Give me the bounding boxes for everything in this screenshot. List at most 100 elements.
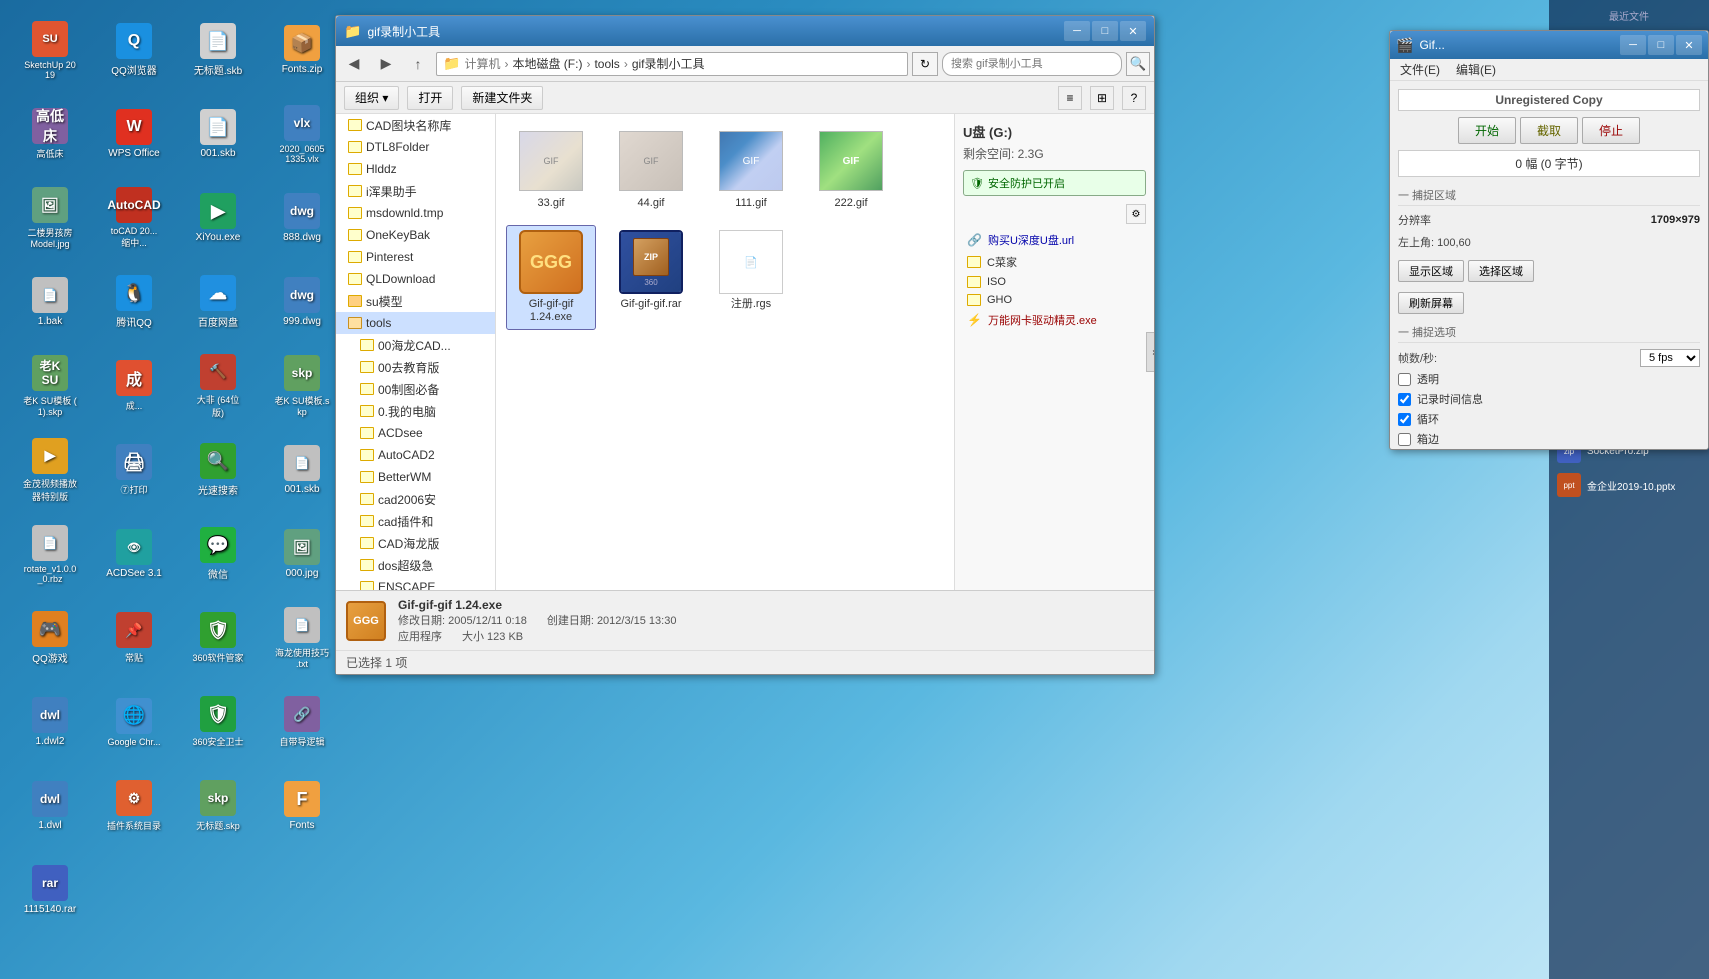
sidebar-item-cadhailong[interactable]: CAD海龙版 <box>336 532 495 554</box>
forward-button[interactable]: ▶ <box>372 51 400 77</box>
sidebar-item-onekeybak[interactable]: OneKeyBak <box>336 224 495 246</box>
sidebar-item-autocad2[interactable]: AutoCAD2 <box>336 444 495 466</box>
sidebar-item-pinterest[interactable]: Pinterest <box>336 246 495 268</box>
desktop-icon-plugins[interactable]: ⚙ 插件系统目录 <box>94 766 174 846</box>
file-item-gifgifgif-exe[interactable]: GGG Gif-gif-gif1.24.exe <box>506 225 596 329</box>
desktop-icon-ercengfang[interactable]: 🖼 二楼男孩房Model.jpg <box>10 178 90 258</box>
menu-file[interactable]: 文件(E) <box>1396 61 1444 78</box>
sidebar-item-00hailong[interactable]: 00海龙CAD... <box>336 334 495 356</box>
sidebar-item-acdsee[interactable]: ACDsee <box>336 422 495 444</box>
start-button[interactable]: 开始 <box>1458 117 1516 144</box>
desktop-icon-acdsee[interactable]: 👁 ACDSee 3.1 <box>94 514 174 594</box>
sidebar-item-dos[interactable]: dos超级急 <box>336 554 495 576</box>
select-area-button[interactable]: 选择区域 <box>1468 260 1534 282</box>
stop-button[interactable]: 停止 <box>1582 117 1640 144</box>
desktop-icon-chrome[interactable]: 🌐 Google Chr... <box>94 682 174 762</box>
open-button[interactable]: 打开 <box>407 86 453 110</box>
sidebar-item-qldownload[interactable]: QLDownload <box>336 268 495 290</box>
desktop-icon-print[interactable]: 🖨 ⑦打印 <box>94 430 174 510</box>
desktop-icon-qqgame[interactable]: 🎮 QQ游戏 <box>10 598 90 678</box>
sidebar-item-cad[interactable]: CAD图块名称库 <box>336 114 495 136</box>
desktop-icon-diya[interactable]: 高低床 高低床 <box>10 94 90 174</box>
desktop-icon-360guard[interactable]: 🛡 360安全卫士 <box>178 682 258 762</box>
refresh-button[interactable]: ↻ <box>912 52 938 76</box>
recorder-minimize[interactable]: ─ <box>1620 35 1646 55</box>
maximize-button[interactable]: □ <box>1092 21 1118 41</box>
file-item-222gif[interactable]: GIF 222.gif <box>806 124 896 215</box>
view-details-button[interactable]: ≡ <box>1058 86 1082 110</box>
desktop-icon-fonts-zip[interactable]: 📦 Fonts.zip <box>262 10 342 90</box>
file-item-gifgifgif-rar[interactable]: ZIP 360 Gif-gif-gif.rar <box>606 225 696 329</box>
address-bar[interactable]: 📁 计算机 › 本地磁盘 (F:) › tools › gif录制小工具 <box>436 52 908 76</box>
search-input[interactable] <box>942 52 1122 76</box>
desktop-icon-001skb2[interactable]: 📄 001.skb <box>262 430 342 510</box>
sidebar-item-enscape[interactable]: ENSCAPE <box>336 576 495 590</box>
right-file-item-iso[interactable]: ISO <box>963 274 1146 290</box>
border-checkbox[interactable] <box>1398 433 1411 446</box>
desktop-icon-999dwg[interactable]: dwg 999.dwg <box>262 262 342 342</box>
refresh-screen-button[interactable]: 刷新屏幕 <box>1398 292 1464 314</box>
file-item-zhuce-rgs[interactable]: 📄 注册.rgs <box>706 225 796 329</box>
transparent-checkbox[interactable] <box>1398 373 1411 386</box>
desktop-icon-weixin[interactable]: 💬 微信 <box>178 514 258 594</box>
recorder-close[interactable]: ✕ <box>1676 35 1702 55</box>
desktop-icon-changtie[interactable]: 📌 常贴 <box>94 598 174 678</box>
desktop-icon-wutibiao-skb[interactable]: 📄 无标题.skb <box>178 10 258 90</box>
loop-checkbox[interactable] <box>1398 413 1411 426</box>
right-file-item-wangneng[interactable]: ⚡ 万能网卡驱动精灵.exe <box>963 310 1146 330</box>
desktop-icon-1dwl2[interactable]: dwl 1.dwl2 <box>10 682 90 762</box>
file-item-111gif[interactable]: GIF 111.gif <box>706 124 796 215</box>
sidebar-item-00drawing[interactable]: 00制图必备 <box>336 378 495 400</box>
minimize-button[interactable]: ─ <box>1064 21 1090 41</box>
right-file-item-gho[interactable]: GHO <box>963 292 1146 308</box>
breadcrumb-tools[interactable]: tools <box>594 57 619 71</box>
close-button[interactable]: ✕ <box>1120 21 1146 41</box>
desktop-icon-001skb[interactable]: 📄 001.skb <box>178 94 258 174</box>
desktop-icon-baiduwangpan[interactable]: ☁ 百度网盘 <box>178 262 258 342</box>
breadcrumb-gif-tools[interactable]: gif录制小工具 <box>632 55 705 72</box>
help-button[interactable]: ? <box>1122 86 1146 110</box>
desktop-icon-laok-su[interactable]: 老K SU 老K SU模板 (1).skp <box>10 346 90 426</box>
new-folder-button[interactable]: 新建文件夹 <box>461 86 543 110</box>
sidebar-item-betterwm[interactable]: BetterWM <box>336 466 495 488</box>
back-button[interactable]: ◀ <box>340 51 368 77</box>
desktop-icon-xiyou[interactable]: ▶ XiYou.exe <box>178 178 258 258</box>
desktop-icon-dafe[interactable]: 🔨 大非 (64位版) <box>178 346 258 426</box>
desktop-icon-autocad[interactable]: AutoCAD toCAD 20...缩中... <box>94 178 174 258</box>
file-item-44gif[interactable]: GIF 44.gif <box>606 124 696 215</box>
desktop-icon-fonts[interactable]: F Fonts <box>262 766 342 846</box>
sidebar-item-00edu[interactable]: 00去教育版 <box>336 356 495 378</box>
desktop-icon-1bak[interactable]: 📄 1.bak <box>10 262 90 342</box>
right-file-item-ccaijia[interactable]: C菜家 <box>963 252 1146 272</box>
search-button[interactable]: 🔍 <box>1126 52 1150 76</box>
sidebar-item-tools[interactable]: tools <box>336 312 495 334</box>
recorder-maximize[interactable]: □ <box>1648 35 1674 55</box>
right-sidebar-jinji-ppt[interactable]: ppt 金企业2019-10.pptx <box>1553 470 1705 500</box>
panel-toggle-arrow[interactable]: › <box>1146 332 1154 372</box>
desktop-icon-zidai[interactable]: 🔗 自带导逻辑 <box>262 682 342 762</box>
desktop-icon-laok-su2[interactable]: skp 老K SU模板.skp <box>262 346 342 426</box>
view-large-button[interactable]: ⊞ <box>1090 86 1114 110</box>
up-button[interactable]: ↑ <box>404 51 432 77</box>
desktop-icon-jinmao[interactable]: ▶ 金茂视频播放器特别版 <box>10 430 90 510</box>
desktop-icon-1dwl[interactable]: dwl 1.dwl <box>10 766 90 846</box>
desktop-icon-2020model[interactable]: vlx 2020_06051335.vlx <box>262 94 342 174</box>
sidebar-item-ihun[interactable]: i浑果助手 <box>336 180 495 202</box>
sidebar-item-mycomputer[interactable]: 0.我的电脑 <box>336 400 495 422</box>
sidebar-item-hlddz[interactable]: Hlddz <box>336 158 495 180</box>
desktop-icon-115rar[interactable]: rar 1115140.rar <box>10 850 90 930</box>
record-info-checkbox[interactable] <box>1398 393 1411 406</box>
breadcrumb-local-disk[interactable]: 本地磁盘 (F:) <box>512 55 582 72</box>
organize-button[interactable]: 组织 ▾ <box>344 86 399 110</box>
desktop-icon-qq[interactable]: 🐧 腾讯QQ <box>94 262 174 342</box>
desktop-icon-888dwg[interactable]: dwg 888.dwg <box>262 178 342 258</box>
fps-select[interactable]: 5 fps 10 fps 15 fps 20 fps 25 fps <box>1640 349 1700 367</box>
menu-edit[interactable]: 编辑(E) <box>1452 61 1500 78</box>
desktop-icon-360search[interactable]: 🔍 光速搜索 <box>178 430 258 510</box>
desktop-icon-qqbrowser[interactable]: Q QQ浏览器 <box>94 10 174 90</box>
file-item-33gif[interactable]: GIF 33.gif <box>506 124 596 215</box>
desktop-icon-sketchup[interactable]: SU SketchUp 2019 <box>10 10 90 90</box>
sidebar-item-dtl8[interactable]: DTL8Folder <box>336 136 495 158</box>
pause-button[interactable]: 截取 <box>1520 117 1578 144</box>
desktop-icon-wps[interactable]: W WPS Office <box>94 94 174 174</box>
